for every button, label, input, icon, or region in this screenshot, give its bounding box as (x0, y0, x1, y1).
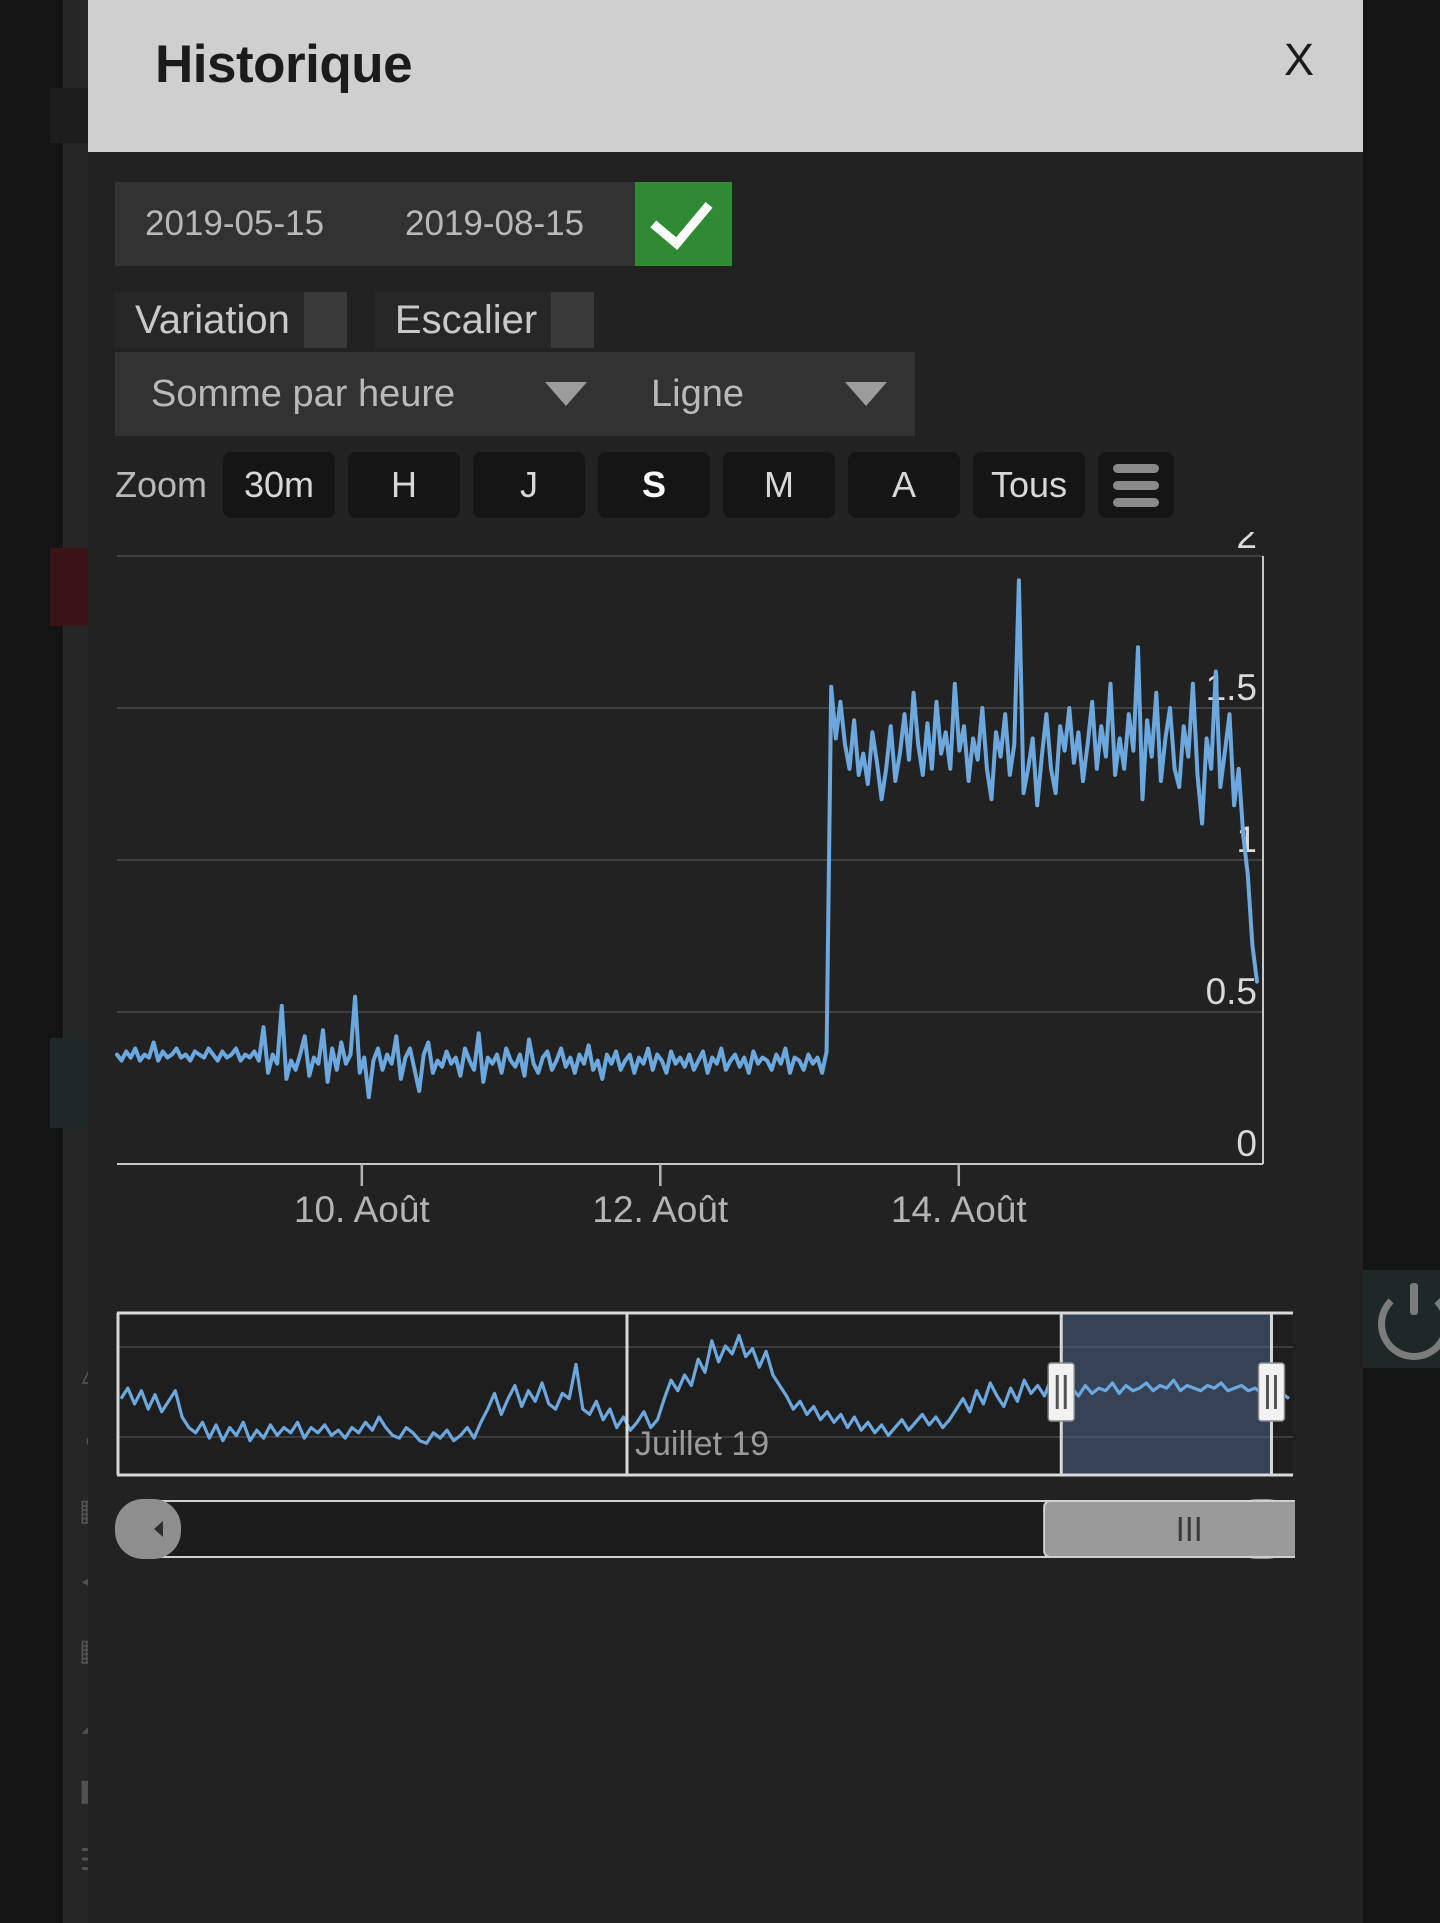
checkbox-variation[interactable]: Variation (115, 292, 347, 348)
check-icon (650, 184, 713, 250)
scrollbar-thumb[interactable] (1043, 1500, 1336, 1558)
scrollbar-svg (115, 1499, 1336, 1559)
zoom-button-tous[interactable]: Tous (973, 452, 1086, 518)
chart-navigator[interactable]: Juillet 19 (115, 1307, 1295, 1487)
navigator-label: Juillet 19 (635, 1425, 769, 1463)
chart-y-tick-label: 0.5 (1206, 971, 1257, 1012)
dialog-body: 2019-05-15 2019-08-15 Variation Escalier… (88, 152, 1363, 1923)
zoom-button-a[interactable]: A (848, 452, 961, 518)
zoom-range-selector: Zoom 30m H J S M A Tous (115, 452, 1175, 518)
chart-scrollbar[interactable] (115, 1497, 1336, 1563)
checkbox-variation-label: Variation (135, 297, 290, 342)
checkbox-variation-box[interactable] (303, 292, 347, 348)
zoom-button-h[interactable]: H (348, 452, 461, 518)
history-chart: 0 0.5 1 1.5 2 10. Août 12. Août 14. Août (115, 532, 1295, 1222)
checkbox-escalier-box[interactable] (551, 292, 595, 348)
checkbox-escalier-label: Escalier (394, 297, 538, 342)
dialog-titlebar: Historique X (88, 0, 1363, 152)
chart-y-tick-label: 2 (1236, 532, 1257, 556)
checkbox-escalier[interactable]: Escalier (374, 292, 595, 348)
chart-x-tick-label: 10. Août (294, 1189, 431, 1222)
date-end-input[interactable]: 2019-08-15 (375, 182, 635, 266)
history-chart-svg: 00.511.52 10. Août 12. Août 14. Août (115, 532, 1264, 1222)
chart-y-axis-labels: 00.511.52 (1206, 532, 1257, 1164)
chart-x-axis: 10. Août 12. Août 14. Août (117, 1163, 1263, 1222)
chart-x-tick-label: 14. Août (891, 1189, 1028, 1222)
date-range-row: 2019-05-15 2019-08-15 (115, 182, 732, 266)
navigator-svg: Juillet 19 (116, 1311, 1293, 1477)
chevron-down-icon (845, 382, 887, 406)
background-panel-top (50, 88, 90, 143)
historique-dialog: Historique X 2019-05-15 2019-08-15 Varia… (88, 0, 1363, 1923)
chart-x-tick-label: 12. Août (592, 1189, 729, 1222)
zoom-label: Zoom (115, 464, 208, 505)
close-icon[interactable]: X (1267, 28, 1331, 92)
chart-y-tick-label: 0 (1236, 1123, 1257, 1164)
background-status-tile (50, 1038, 88, 1128)
select-row: Somme par heure Ligne (115, 352, 915, 436)
navigator-handle-left[interactable] (1047, 1362, 1075, 1422)
aggregation-select[interactable]: Somme par heure (115, 352, 615, 436)
zoom-button-m[interactable]: M (723, 452, 836, 518)
page-title: Historique (155, 35, 413, 94)
zoom-button-s[interactable]: S (598, 452, 711, 518)
aggregation-select-value: Somme par heure (151, 372, 456, 415)
zoom-button-30m[interactable]: 30m (223, 452, 336, 518)
navigator-handle-right[interactable] (1257, 1362, 1286, 1422)
chart-series-line (115, 578, 1259, 1100)
apply-button[interactable] (635, 182, 732, 266)
power-icon (1378, 1283, 1440, 1360)
scrollbar-left-button[interactable] (115, 1499, 181, 1559)
chart-type-select[interactable]: Ligne (615, 352, 915, 436)
options-row: Variation Escalier (115, 292, 595, 348)
zoom-button-j[interactable]: J (473, 452, 586, 518)
date-start-input[interactable]: 2019-05-15 (115, 182, 375, 266)
hamburger-menu-icon[interactable] (1098, 452, 1175, 518)
background-alert-tile (50, 548, 88, 626)
chart-type-select-value: Ligne (651, 372, 744, 415)
chevron-down-icon (545, 382, 587, 406)
chart-gridlines (117, 555, 1263, 1013)
